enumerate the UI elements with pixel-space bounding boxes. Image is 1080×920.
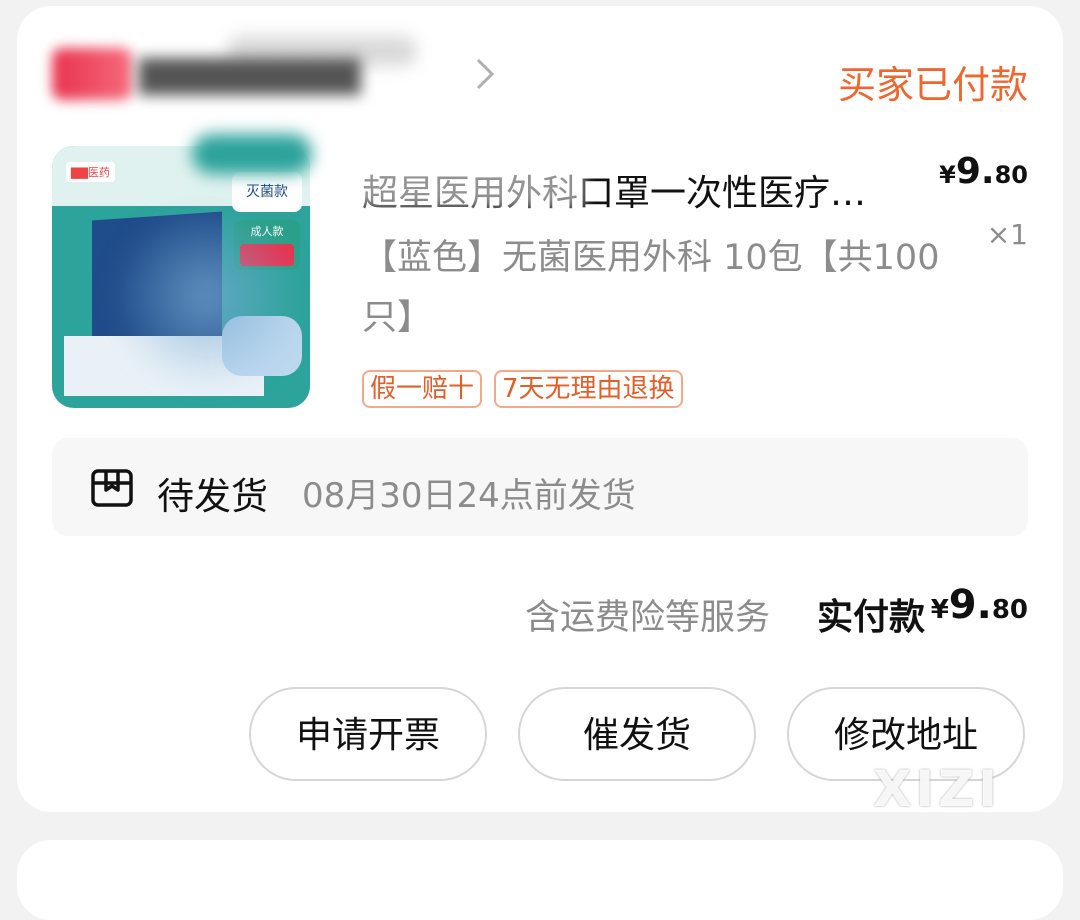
request-invoice-button[interactable]: 申请开票 <box>249 687 487 781</box>
title-redaction <box>355 152 585 208</box>
urge-shipping-button[interactable]: 催发货 <box>518 687 756 781</box>
tag-7day-return: 7天无理由退换 <box>494 370 683 408</box>
payment-amount: ¥9.80 <box>931 582 1028 628</box>
currency-symbol: ¥ <box>930 595 949 625</box>
price-decimal: 80 <box>994 161 1028 189</box>
price-integer: 9. <box>955 151 995 192</box>
product-spec: 【蓝色】无菌医用外科 10包【共100只】 <box>362 238 940 338</box>
next-order-card <box>17 840 1063 920</box>
watermark: XIZI <box>873 760 1002 818</box>
service-tags: 假一赔十 7天无理由退换 <box>362 370 695 408</box>
payment-note: 含运费险等服务 <box>525 598 771 638</box>
product-price: ¥9.80 <box>939 151 1028 192</box>
product-quantity: ×1 <box>986 218 1028 251</box>
currency-symbol: ¥ <box>939 161 956 189</box>
order-card: ▇▇▇▇▇▇▇▇ 买家已付款 ▇▇医药 灭菌款 成人款 超星医用外科口罩一次性医… <box>17 6 1063 818</box>
shipping-panel[interactable]: 待发货 08月30日24点前发货 <box>52 438 1028 536</box>
package-icon <box>91 469 133 507</box>
store-name: ▇▇▇▇▇▇▇▇ <box>139 54 361 95</box>
tag-fake-compensation: 假一赔十 <box>362 370 483 408</box>
shipping-deadline: 08月30日24点前发货 <box>302 476 636 516</box>
shipping-status: 待发货 <box>157 475 268 518</box>
order-status: 买家已付款 <box>837 63 1028 107</box>
image-redaction <box>192 134 312 174</box>
payment-label: 实付款 <box>817 597 926 638</box>
store-logo <box>52 48 132 100</box>
chevron-right-icon[interactable] <box>473 56 497 92</box>
amount-decimal: 80 <box>991 595 1028 625</box>
product-image[interactable]: ▇▇医药 灭菌款 成人款 <box>52 146 310 408</box>
amount-integer: 9. <box>948 582 992 628</box>
